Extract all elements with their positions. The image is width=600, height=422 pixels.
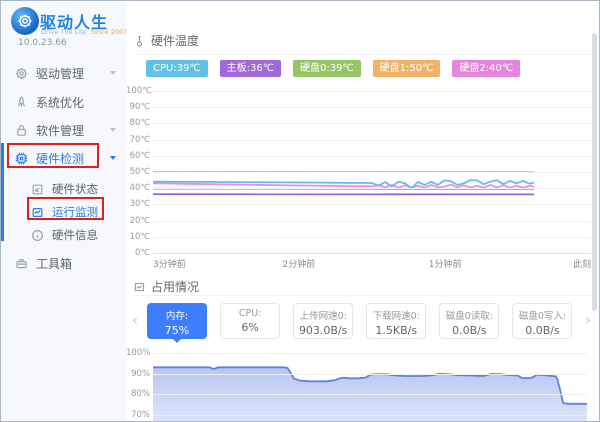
main-content: 硬件温度 CPU:39℃ 主板:36℃ 硬盘0:39℃ 硬盘1:50℃ 硬盘2:… (126, 1, 600, 422)
usage-card-disk0-write[interactable]: 磁盘0写入: 0.0B/s (512, 303, 572, 339)
usage-chart-icon (134, 281, 145, 293)
sidebar-item-hardware-status[interactable]: 硬件状态 (1, 177, 126, 201)
legend-chip-disk0[interactable]: 硬盘0:39℃ (293, 60, 361, 77)
sidebar-item-label: 驱动管理 (36, 65, 84, 82)
sidebar-item-hardware-info[interactable]: 硬件信息 (1, 223, 126, 247)
usage-chart (153, 353, 587, 422)
brand-tagline: Drive The Life (41, 28, 86, 36)
y-tick-label: 90℃ (126, 102, 150, 112)
app-logo-icon (11, 7, 39, 35)
chip-icon (15, 152, 28, 165)
sidebar: 驱动人生 Drive The Life Since 2007 10.0.23.6… (1, 1, 126, 422)
temp-section-header: 硬件温度 (134, 32, 199, 49)
cards-scroll-right-icon[interactable]: › (585, 309, 591, 331)
y-tick-label: 60℃ (126, 151, 150, 161)
x-tick-label: 3分钟前 (153, 257, 186, 270)
sidebar-item-system-optimization[interactable]: 系统优化 (1, 90, 126, 114)
sidebar-item-label: 工具箱 (36, 255, 72, 272)
hardware-status-icon (31, 183, 44, 196)
grid-line (153, 394, 587, 395)
rocket-icon (15, 96, 28, 109)
y-tick-label: 90% (126, 369, 150, 379)
grid-line (153, 107, 591, 108)
usage-section-title: 占用情况 (151, 278, 199, 295)
sidebar-item-driver-management[interactable]: 驱动管理 (1, 61, 126, 85)
y-tick-label: 100% (126, 348, 150, 358)
y-tick-label: 50℃ (126, 167, 150, 177)
grid-line (153, 374, 587, 375)
grid-line (153, 91, 591, 92)
x-tick-label: 1分钟前 (429, 257, 462, 270)
y-tick-label: 20℃ (126, 216, 150, 226)
x-tick-label: 此刻 (573, 257, 591, 270)
grid-line (153, 204, 591, 205)
usage-card-disk0-read[interactable]: 磁盘0读取: 0.0B/s (439, 303, 499, 339)
y-tick-label: 0℃ (126, 248, 150, 258)
y-tick-label: 10℃ (126, 232, 150, 242)
usage-card-memory[interactable]: 内存: 75% (147, 303, 207, 339)
sidebar-item-hardware-detection[interactable]: 硬件检测 (1, 146, 126, 170)
y-tick-label: 100℃ (126, 86, 150, 96)
sidebar-item-label: 硬件信息 (52, 227, 98, 243)
chevron-down-icon (110, 128, 116, 132)
toolbox-icon (15, 257, 28, 270)
sidebar-item-label: 硬件检测 (36, 150, 84, 167)
grid-line (153, 140, 591, 141)
temp-section-title: 硬件温度 (151, 32, 199, 49)
usage-section-header: 占用情况 (134, 278, 199, 295)
divider (134, 54, 592, 55)
y-tick-label: 40℃ (126, 183, 150, 193)
legend-chip-cpu[interactable]: CPU:39℃ (146, 60, 208, 77)
grid-line (153, 188, 591, 189)
vertical-scrollbar[interactable] (592, 33, 597, 311)
x-tick-label: 2分钟前 (282, 257, 315, 270)
temperature-chart (153, 91, 591, 255)
usage-card-upload[interactable]: 上传网速0: 903.0B/s (293, 303, 353, 339)
sidebar-item-label: 硬件状态 (52, 181, 98, 197)
y-tick-label: 80% (126, 389, 150, 399)
y-tick-label: 80℃ (126, 118, 150, 128)
sidebar-item-label: 系统优化 (36, 94, 84, 111)
sidebar-item-software-management[interactable]: 软件管理 (1, 118, 126, 142)
gear-icon (15, 67, 28, 80)
grid-line (153, 172, 591, 173)
monitor-chart-icon (31, 206, 44, 219)
grid-line (153, 415, 587, 416)
grid-line (153, 237, 591, 238)
thermometer-icon (134, 35, 145, 47)
usage-card-download[interactable]: 下载网速0: 1.5KB/s (366, 303, 426, 339)
info-icon (31, 229, 44, 242)
lock-icon (15, 124, 28, 137)
app-version: 10.0.23.66 (18, 38, 67, 48)
y-tick-label: 70% (126, 410, 150, 420)
grid-line (153, 253, 591, 254)
grid-line (153, 221, 591, 222)
chevron-down-icon (110, 156, 116, 160)
y-tick-label: 70℃ (126, 135, 150, 145)
sidebar-item-label: 运行监测 (52, 204, 98, 220)
legend-chip-mainboard[interactable]: 主板:36℃ (220, 60, 281, 77)
grid-line (153, 156, 591, 157)
cards-scroll-left-icon[interactable]: ‹ (132, 309, 138, 331)
grid-line (153, 123, 591, 124)
legend-chip-disk1[interactable]: 硬盘1:50℃ (373, 60, 441, 77)
chevron-down-icon (110, 71, 116, 75)
y-tick-label: 30℃ (126, 199, 150, 209)
grid-line (153, 353, 587, 354)
sidebar-item-label: 软件管理 (36, 122, 84, 139)
sidebar-item-running-monitor[interactable]: 运行监测 (1, 200, 126, 224)
sidebar-item-toolbox[interactable]: 工具箱 (1, 251, 126, 275)
usage-card-cpu[interactable]: CPU: 6% (220, 303, 280, 339)
legend-chip-disk2[interactable]: 硬盘2:40℃ (452, 60, 520, 77)
usage-cards: 内存: 75% CPU: 6% 上传网速0: 903.0B/s 下载网速0: 1… (147, 303, 584, 343)
temp-legend: CPU:39℃ 主板:36℃ 硬盘0:39℃ 硬盘1:50℃ 硬盘2:40℃ (146, 60, 532, 77)
active-card-pointer (172, 338, 182, 343)
divider (134, 295, 592, 296)
app-window: 驱动人生 Drive The Life Since 2007 10.0.23.6… (0, 0, 600, 422)
brand-since: Since 2007 (91, 28, 127, 36)
